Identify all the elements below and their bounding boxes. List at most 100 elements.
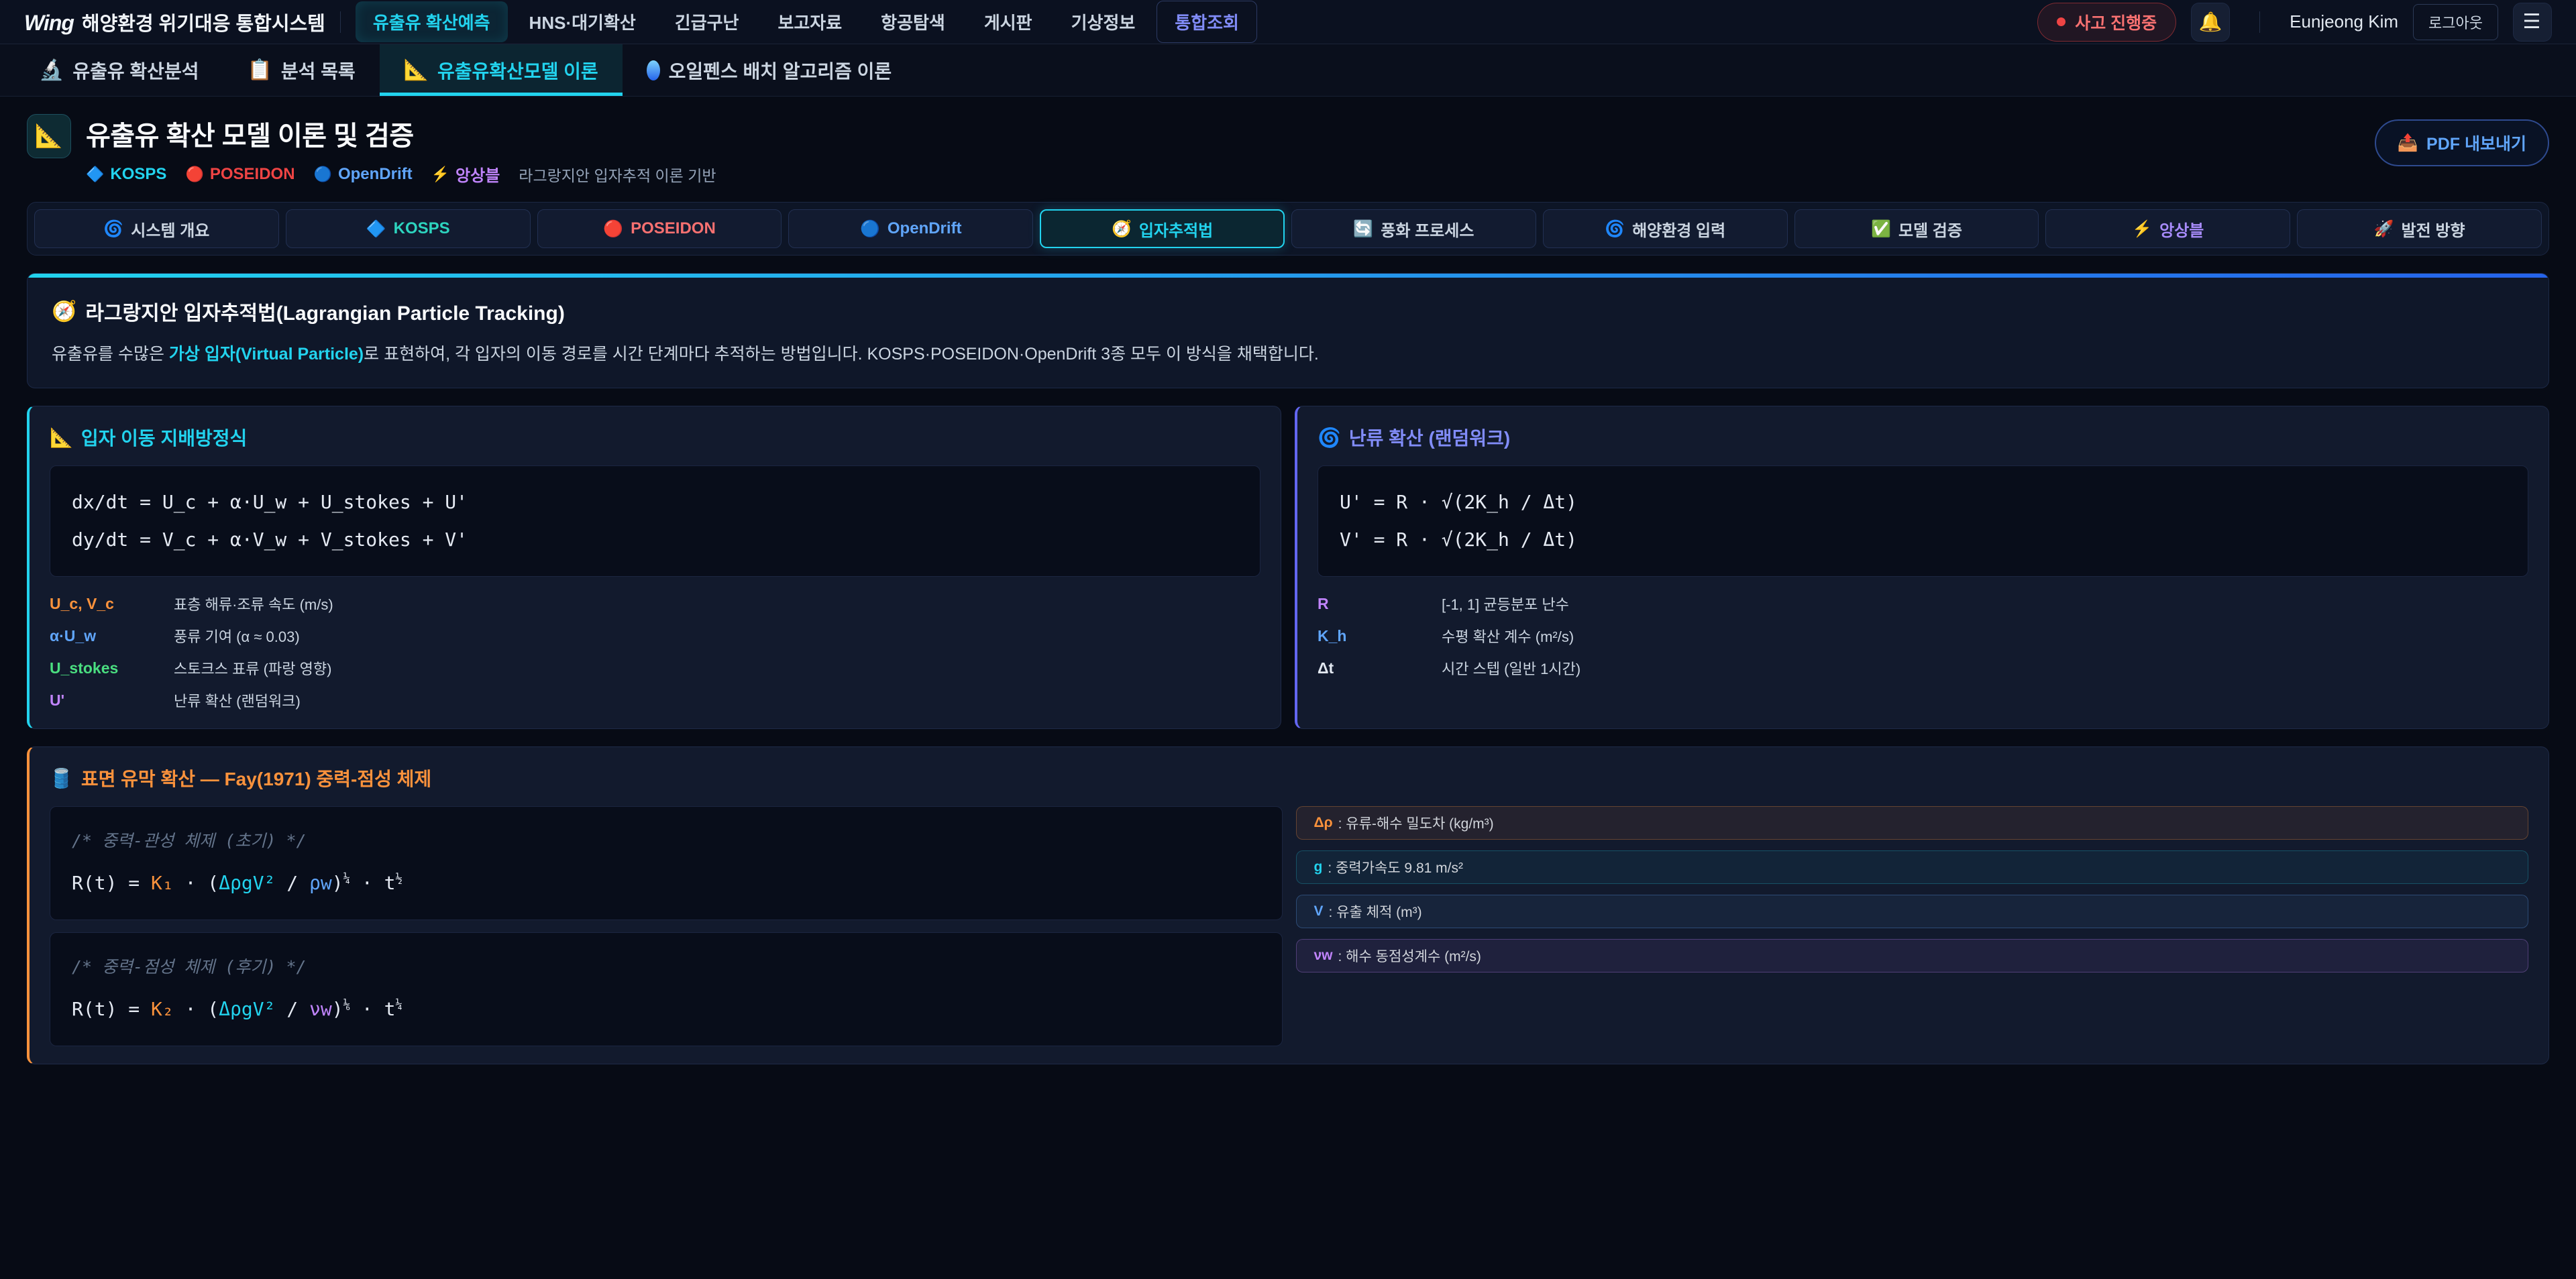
compass-icon: 🧭 <box>52 300 76 323</box>
header-divider-2 <box>2259 11 2260 33</box>
section-tab-8[interactable]: ⚡앙상블 <box>2045 209 2290 248</box>
bell-icon: 🔔 <box>2199 11 2222 33</box>
formula-segment: K₂ <box>151 998 174 1020</box>
governing-panel-title: 입자 이동 지배방정식 <box>81 424 247 451</box>
code-line-0: dx/dt = U_c + α·U_w + U_stokes + U' <box>72 484 1238 521</box>
section-tabs: 🌀시스템 개요🔷KOSPS 🔴 POSEIDON 🔵OpenDrift🧭입자추적법🔄풍… <box>27 202 2549 256</box>
section-tab-icon-6: 🌀 <box>1605 219 1625 239</box>
randomwalk-panel: 🌀 난류 확산 (랜덤워크) U' = R · √(2K_h / Δt)V' =… <box>1295 406 2549 729</box>
section-tab-label: OpenDrift <box>888 219 962 238</box>
subtab-label: 오일펜스 배치 알고리즘 이론 <box>669 57 892 84</box>
diffusion-model-theory-icon: 📐 <box>404 58 429 82</box>
lpt-overview-title: 라그랑지안 입자추적법(Lagrangian Particle Tracking… <box>85 296 564 326</box>
section-tab-0[interactable]: 🌀시스템 개요 <box>34 209 279 248</box>
nav-item-5[interactable]: 게시판 <box>967 1 1050 42</box>
lpt-overview-title-row: 🧭 라그랑지안 입자추적법(Lagrangian Particle Tracki… <box>52 296 2524 326</box>
formula-segment: R(t) = <box>72 872 151 894</box>
badge-label: 앙상블 <box>455 162 500 186</box>
menu-button[interactable]: ☰ <box>2513 3 2552 42</box>
notification-button[interactable]: 🔔 <box>2191 3 2230 42</box>
nav-item-6[interactable]: 기상정보 <box>1054 1 1153 42</box>
nav-item-0[interactable]: 유출유 확산예측 <box>356 1 508 42</box>
nav-item-2[interactable]: 긴급구난 <box>657 1 757 42</box>
formula-segment: νw <box>309 998 332 1020</box>
governing-panel-title-row: 📐 입자 이동 지배방정식 <box>50 424 1260 451</box>
randomwalk-panel-title-row: 🌀 난류 확산 (랜덤워크) <box>1318 424 2528 451</box>
page-title: 유출유 확산 모델 이론 및 검증 <box>86 114 716 153</box>
variable-desc: : 유출 체적 (m³) <box>1329 901 1422 922</box>
section-tab-9[interactable]: 🚀발전 방향 <box>2297 209 2542 248</box>
section-tab-icon-7: ✅ <box>1871 219 1891 239</box>
section-tab-6[interactable]: 🌀 해양환경 입력 <box>1543 209 1788 248</box>
desc-highlight: 가상 입자(Virtual Particle) <box>169 345 364 364</box>
section-tab-2[interactable]: 🔴 POSEIDON <box>537 209 782 248</box>
pdf-export-label: PDF 내보내기 <box>2426 131 2526 155</box>
nav-item-1[interactable]: HNS·대기확산 <box>512 1 653 42</box>
legend-desc-1: 수평 확산 계수 (m²/s) <box>1442 625 2528 647</box>
subtab-spill-analysis[interactable]: 🔬유출유 확산분석 <box>15 44 223 96</box>
subtab-label: 유출유 확산분석 <box>72 57 199 84</box>
formula-segment: · t <box>350 872 395 894</box>
section-tab-label: 입자추적법 <box>1139 217 1213 241</box>
formula-segment: ½ <box>396 873 402 886</box>
section-tab-5[interactable]: 🔄풍화 프로세스 <box>1291 209 1536 248</box>
nav-item-7[interactable]: 통합조회 <box>1157 1 1257 43</box>
incident-dot-icon <box>2057 17 2065 26</box>
formula-segment: ΔρgV² <box>219 998 275 1020</box>
code-line-0: U' = R · √(2K_h / Δt) <box>1340 484 2506 521</box>
fay-codeblock-0: /* 중력-관성 체제 (초기) */R(t) = K₁ · (ΔρgV² / … <box>50 806 1283 920</box>
governing-legend: U_c, V_c표층 해류·조류 속도 (m/s)α·U_w풍류 기여 (α ≈… <box>50 593 1260 711</box>
legend-desc-3: 난류 확산 (랜덤워크) <box>174 689 1260 711</box>
subtab-label: 유출유확산모델 이론 <box>437 57 598 84</box>
subtab-analysis-list[interactable]: 📋분석 목록 <box>223 44 379 96</box>
formula-segment: ρw <box>309 872 332 894</box>
equation-panel-row: 📐 입자 이동 지배방정식 dx/dt = U_c + α·U_w + U_st… <box>27 406 2549 729</box>
app-title: 해양환경 위기대응 통합시스템 <box>82 8 325 36</box>
formula-segment: · ( <box>174 998 219 1020</box>
badge-icon-2: 🔵 <box>314 166 332 183</box>
subtab-oil-fence-theory[interactable]: 오일펜스 배치 알고리즘 이론 <box>623 44 916 96</box>
badge-label: OpenDrift <box>338 165 413 184</box>
legend-desc-2: 시간 스텝 (일반 1시간) <box>1442 657 2528 679</box>
formula-segment: / <box>275 998 309 1020</box>
nav-item-4[interactable]: 항공탐색 <box>863 1 963 42</box>
section-tab-label: 모델 검증 <box>1898 217 1962 241</box>
formula-segment: / <box>275 872 309 894</box>
section-tab-icon-9: 🚀 <box>2374 219 2394 239</box>
incident-status-badge[interactable]: 사고 진행중 <box>2037 3 2176 42</box>
section-tab-label: 풍화 프로세스 <box>1381 217 1474 241</box>
badge-label: KOSPS <box>110 165 166 184</box>
subtab-diffusion-model-theory[interactable]: 📐 유출유확산모델 이론 <box>380 44 623 96</box>
oil-drum-icon: 🛢️ <box>50 767 73 789</box>
top-header: Wing 해양환경 위기대응 통합시스템 유출유 확산예측HNS·대기확산긴급구… <box>0 0 2576 44</box>
model-badge-kosps: 🔷KOSPS <box>86 165 166 184</box>
section-tab-4[interactable]: 🧭입자추적법 <box>1040 209 1285 248</box>
section-tab-3[interactable]: 🔵OpenDrift <box>788 209 1033 248</box>
badge-icon-1: 🔴 <box>185 166 203 183</box>
hamburger-icon: ☰ <box>2523 10 2542 34</box>
section-tab-1[interactable]: 🔷KOSPS <box>286 209 531 248</box>
section-tab-label: KOSPS <box>394 219 450 238</box>
fay-variables: Δρ: 유류-해수 밀도차 (kg/m³)g: 중력가속도 9.81 m/s²V… <box>1296 806 2529 972</box>
section-tab-icon-8: ⚡ <box>2132 219 2152 239</box>
desc-prefix: 유출유를 수많은 <box>52 345 169 364</box>
variable-symbol: Δρ <box>1314 815 1333 831</box>
section-tab-icon-2: 🔴 <box>603 219 623 239</box>
fay-comment-1: /* 중력-점성 체제 (후기) */ <box>72 950 1260 984</box>
nav-item-3[interactable]: 보고자료 <box>760 1 859 42</box>
pdf-export-button[interactable]: 📤 PDF 내보내기 <box>2375 119 2549 166</box>
legend-desc-0: 표층 해류·조류 속도 (m/s) <box>174 593 1260 614</box>
logo-mark: Wing <box>24 11 74 36</box>
desc-suffix: 로 표현하여, 각 입자의 이동 경로를 시간 단계마다 추적하는 방법입니다.… <box>364 345 1319 364</box>
section-tab-7[interactable]: ✅ 모델 검증 <box>1794 209 2039 248</box>
model-badge-poseidon: 🔴POSEIDON <box>185 165 294 184</box>
legend-desc-2: 스토크스 표류 (파랑 영향) <box>174 657 1260 679</box>
governing-panel: 📐 입자 이동 지배방정식 dx/dt = U_c + α·U_w + U_st… <box>27 406 1281 729</box>
spiral-icon: 🌀 <box>1318 427 1341 449</box>
fay-panel-wrap: 🛢️ 표면 유막 확산 — Fay(1971) 중력-점성 체제 /* 중력-관… <box>27 746 2549 1064</box>
fay-panel: 🛢️ 표면 유막 확산 — Fay(1971) 중력-점성 체제 /* 중력-관… <box>27 746 2549 1064</box>
main-nav: 유출유 확산예측HNS·대기확산긴급구난보고자료항공탐색게시판기상정보통합조회 <box>356 1 1257 43</box>
section-tab-label: POSEIDON <box>631 219 716 238</box>
logout-button[interactable]: 로그아웃 <box>2413 4 2498 40</box>
section-tab-label: 해양환경 입력 <box>1632 217 1725 241</box>
